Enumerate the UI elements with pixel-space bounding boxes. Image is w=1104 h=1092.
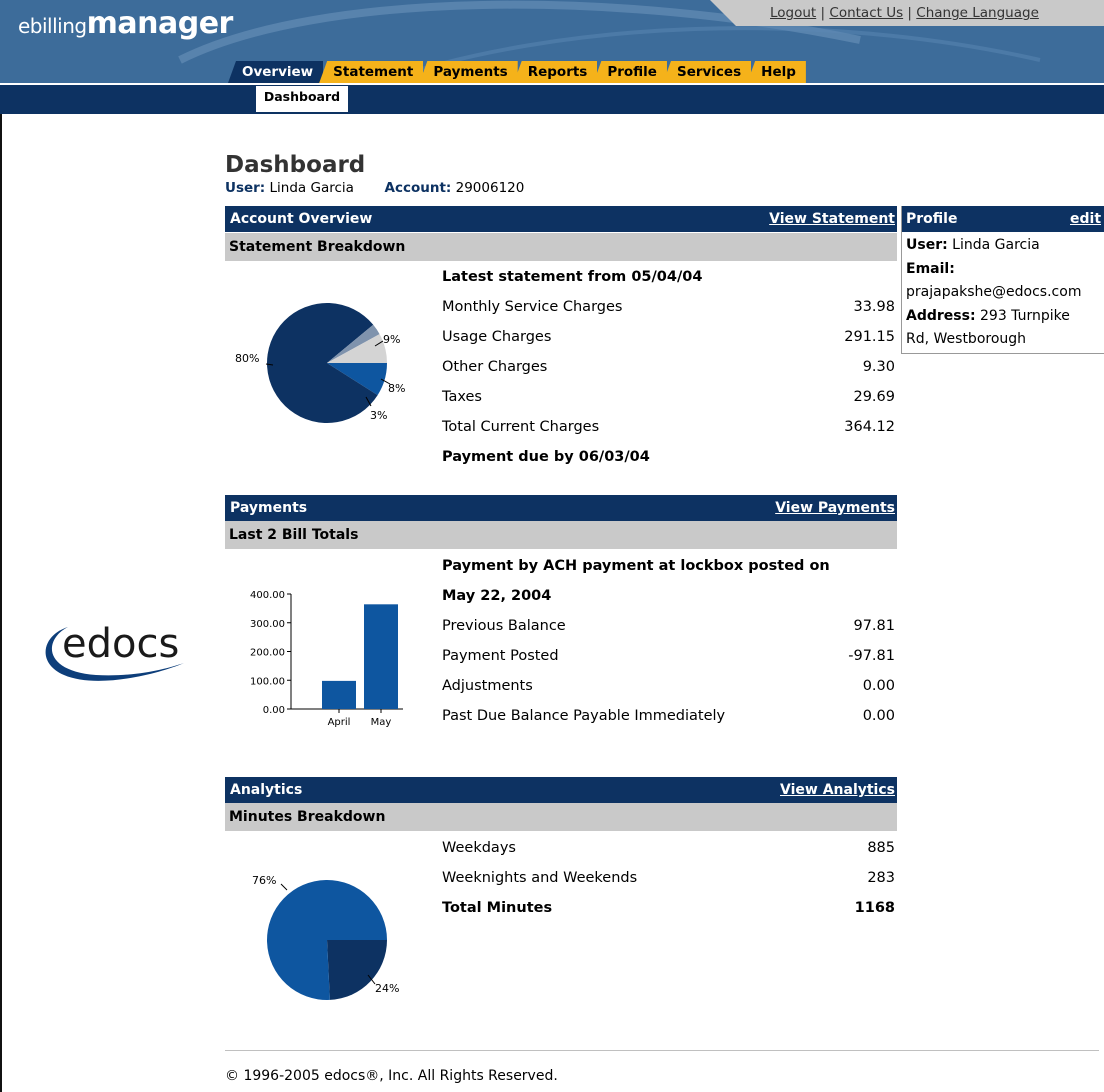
table-row: Previous Balance 97.81 (442, 618, 895, 634)
table-row: Payment Posted -97.81 (442, 648, 895, 664)
table-row: Weekdays 885 (442, 840, 895, 856)
account-value: 29006120 (455, 180, 525, 196)
y-tick-label: 400.00 (250, 590, 285, 601)
footer-copyright: © 1996-2005 edocs®, Inc. All Rights Rese… (225, 1068, 558, 1084)
change-language-link[interactable]: Change Language (916, 5, 1039, 21)
tab-profile[interactable]: Profile (593, 61, 667, 83)
table-row: Weeknights and Weekends 283 (442, 870, 895, 886)
view-analytics-link[interactable]: View Analytics (780, 777, 895, 803)
edocs-logo-text: edocs (62, 621, 179, 667)
footer-divider (225, 1050, 1099, 1051)
tab-statement[interactable]: Statement (319, 61, 424, 83)
minutes-breakdown-subheader: Minutes Breakdown (225, 803, 897, 831)
payments-header: Payments View Payments (225, 495, 897, 521)
pie-label-3: 3% (370, 409, 387, 422)
analytics-header: Analytics View Analytics (225, 777, 897, 803)
tab-payments[interactable]: Payments (419, 61, 518, 83)
profile-email-value: prajapakshe@edocs.com (906, 284, 1082, 300)
minutes-rows: Weekdays 885 Weeknights and Weekends 283 T… (442, 833, 895, 923)
x-tick-label: April (328, 717, 351, 728)
table-row: Monthly Service Charges 33.98 (442, 299, 895, 315)
bar-april (322, 680, 356, 709)
tab-services[interactable]: Services (662, 61, 752, 83)
top-links-bar: Logout | Contact Us | Change Language (710, 0, 1104, 26)
subtab-dashboard[interactable]: Dashboard (256, 86, 348, 112)
tab-reports[interactable]: Reports (513, 61, 598, 83)
pie-label-9: 9% (383, 333, 400, 346)
user-label: User: (225, 180, 266, 196)
user-value: Linda Garcia (269, 180, 354, 196)
bar-may (364, 604, 398, 709)
table-row: Total Current Charges 364.12 (442, 419, 895, 435)
latest-statement-heading: Latest statement from 05/04/04 (442, 269, 703, 285)
table-row: Taxes 29.69 (442, 389, 895, 405)
statement-breakdown-subheader: Statement Breakdown (225, 233, 897, 261)
pie-label-8: 8% (388, 382, 405, 395)
profile-address-value-1: 293 Turnpike (980, 307, 1070, 324)
minutes-pie-chart: 76% 24% (252, 874, 399, 1000)
profile-header: Profile edit (902, 206, 1104, 232)
statement-pie-chart: 80% 9% 8% 3% (235, 303, 405, 423)
profile-panel: Profile edit User: Linda Garcia Email: p… (901, 206, 1104, 354)
profile-address-value-2: Rd, Westborough (906, 331, 1027, 347)
table-row: Past Due Balance Payable Immediately 0.00 (442, 708, 895, 724)
profile-user-value: Linda Garcia (952, 237, 1040, 253)
payment-posted-heading: Payment by ACH payment at lockbox posted… (442, 558, 830, 574)
total-minutes-row: Total Minutes 1168 (442, 900, 895, 916)
statement-rows: Latest statement from 05/04/04 Monthly S… (442, 262, 895, 472)
app-logo[interactable]: ebillingmanager (18, 6, 233, 41)
tab-overview[interactable]: Overview (228, 61, 324, 83)
view-statement-link[interactable]: View Statement (769, 206, 895, 232)
table-row: Adjustments 0.00 (442, 678, 895, 694)
pie-label-80: 80% (235, 352, 259, 365)
x-tick-label: May (371, 717, 392, 728)
page-title: Dashboard (225, 152, 366, 178)
last-bill-totals-subheader: Last 2 Bill Totals (225, 521, 897, 549)
y-tick-label: 100.00 (250, 676, 285, 687)
payment-rows: Payment by ACH payment at lockbox posted… (442, 551, 895, 731)
y-tick-label: 0.00 (263, 705, 285, 716)
account-label: Account: (384, 180, 452, 196)
nav-bar (0, 83, 1104, 114)
user-account-line: User: Linda Garcia Account: 29006120 (225, 180, 524, 196)
profile-user-label: User: (906, 237, 948, 253)
tab-help[interactable]: Help (747, 61, 806, 83)
table-row: Usage Charges 291.15 (442, 329, 895, 345)
table-row: Other Charges 9.30 (442, 359, 895, 375)
payment-due-text: Payment due by 06/03/04 (442, 449, 650, 465)
profile-address-label: Address: (906, 307, 976, 324)
account-overview-header: Account Overview View Statement (225, 206, 897, 232)
pie-label-76: 76% (252, 874, 276, 887)
payment-posted-date: May 22, 2004 (442, 588, 552, 604)
profile-email-label: Email: (906, 260, 955, 277)
main-tabs: Overview Statement Payments Reports Prof… (228, 61, 806, 83)
edocs-logo: edocs (45, 621, 184, 681)
pie-label-24: 24% (375, 982, 399, 995)
contact-us-link[interactable]: Contact Us (829, 5, 903, 21)
profile-edit-link[interactable]: edit (1070, 206, 1101, 232)
y-tick-label: 200.00 (250, 648, 285, 659)
logout-link[interactable]: Logout (770, 5, 816, 21)
y-tick-label: 300.00 (250, 619, 285, 630)
bill-totals-bar-chart: 0.00 100.00 200.00 300.00 400.00 April May (250, 590, 403, 728)
view-payments-link[interactable]: View Payments (775, 495, 895, 521)
